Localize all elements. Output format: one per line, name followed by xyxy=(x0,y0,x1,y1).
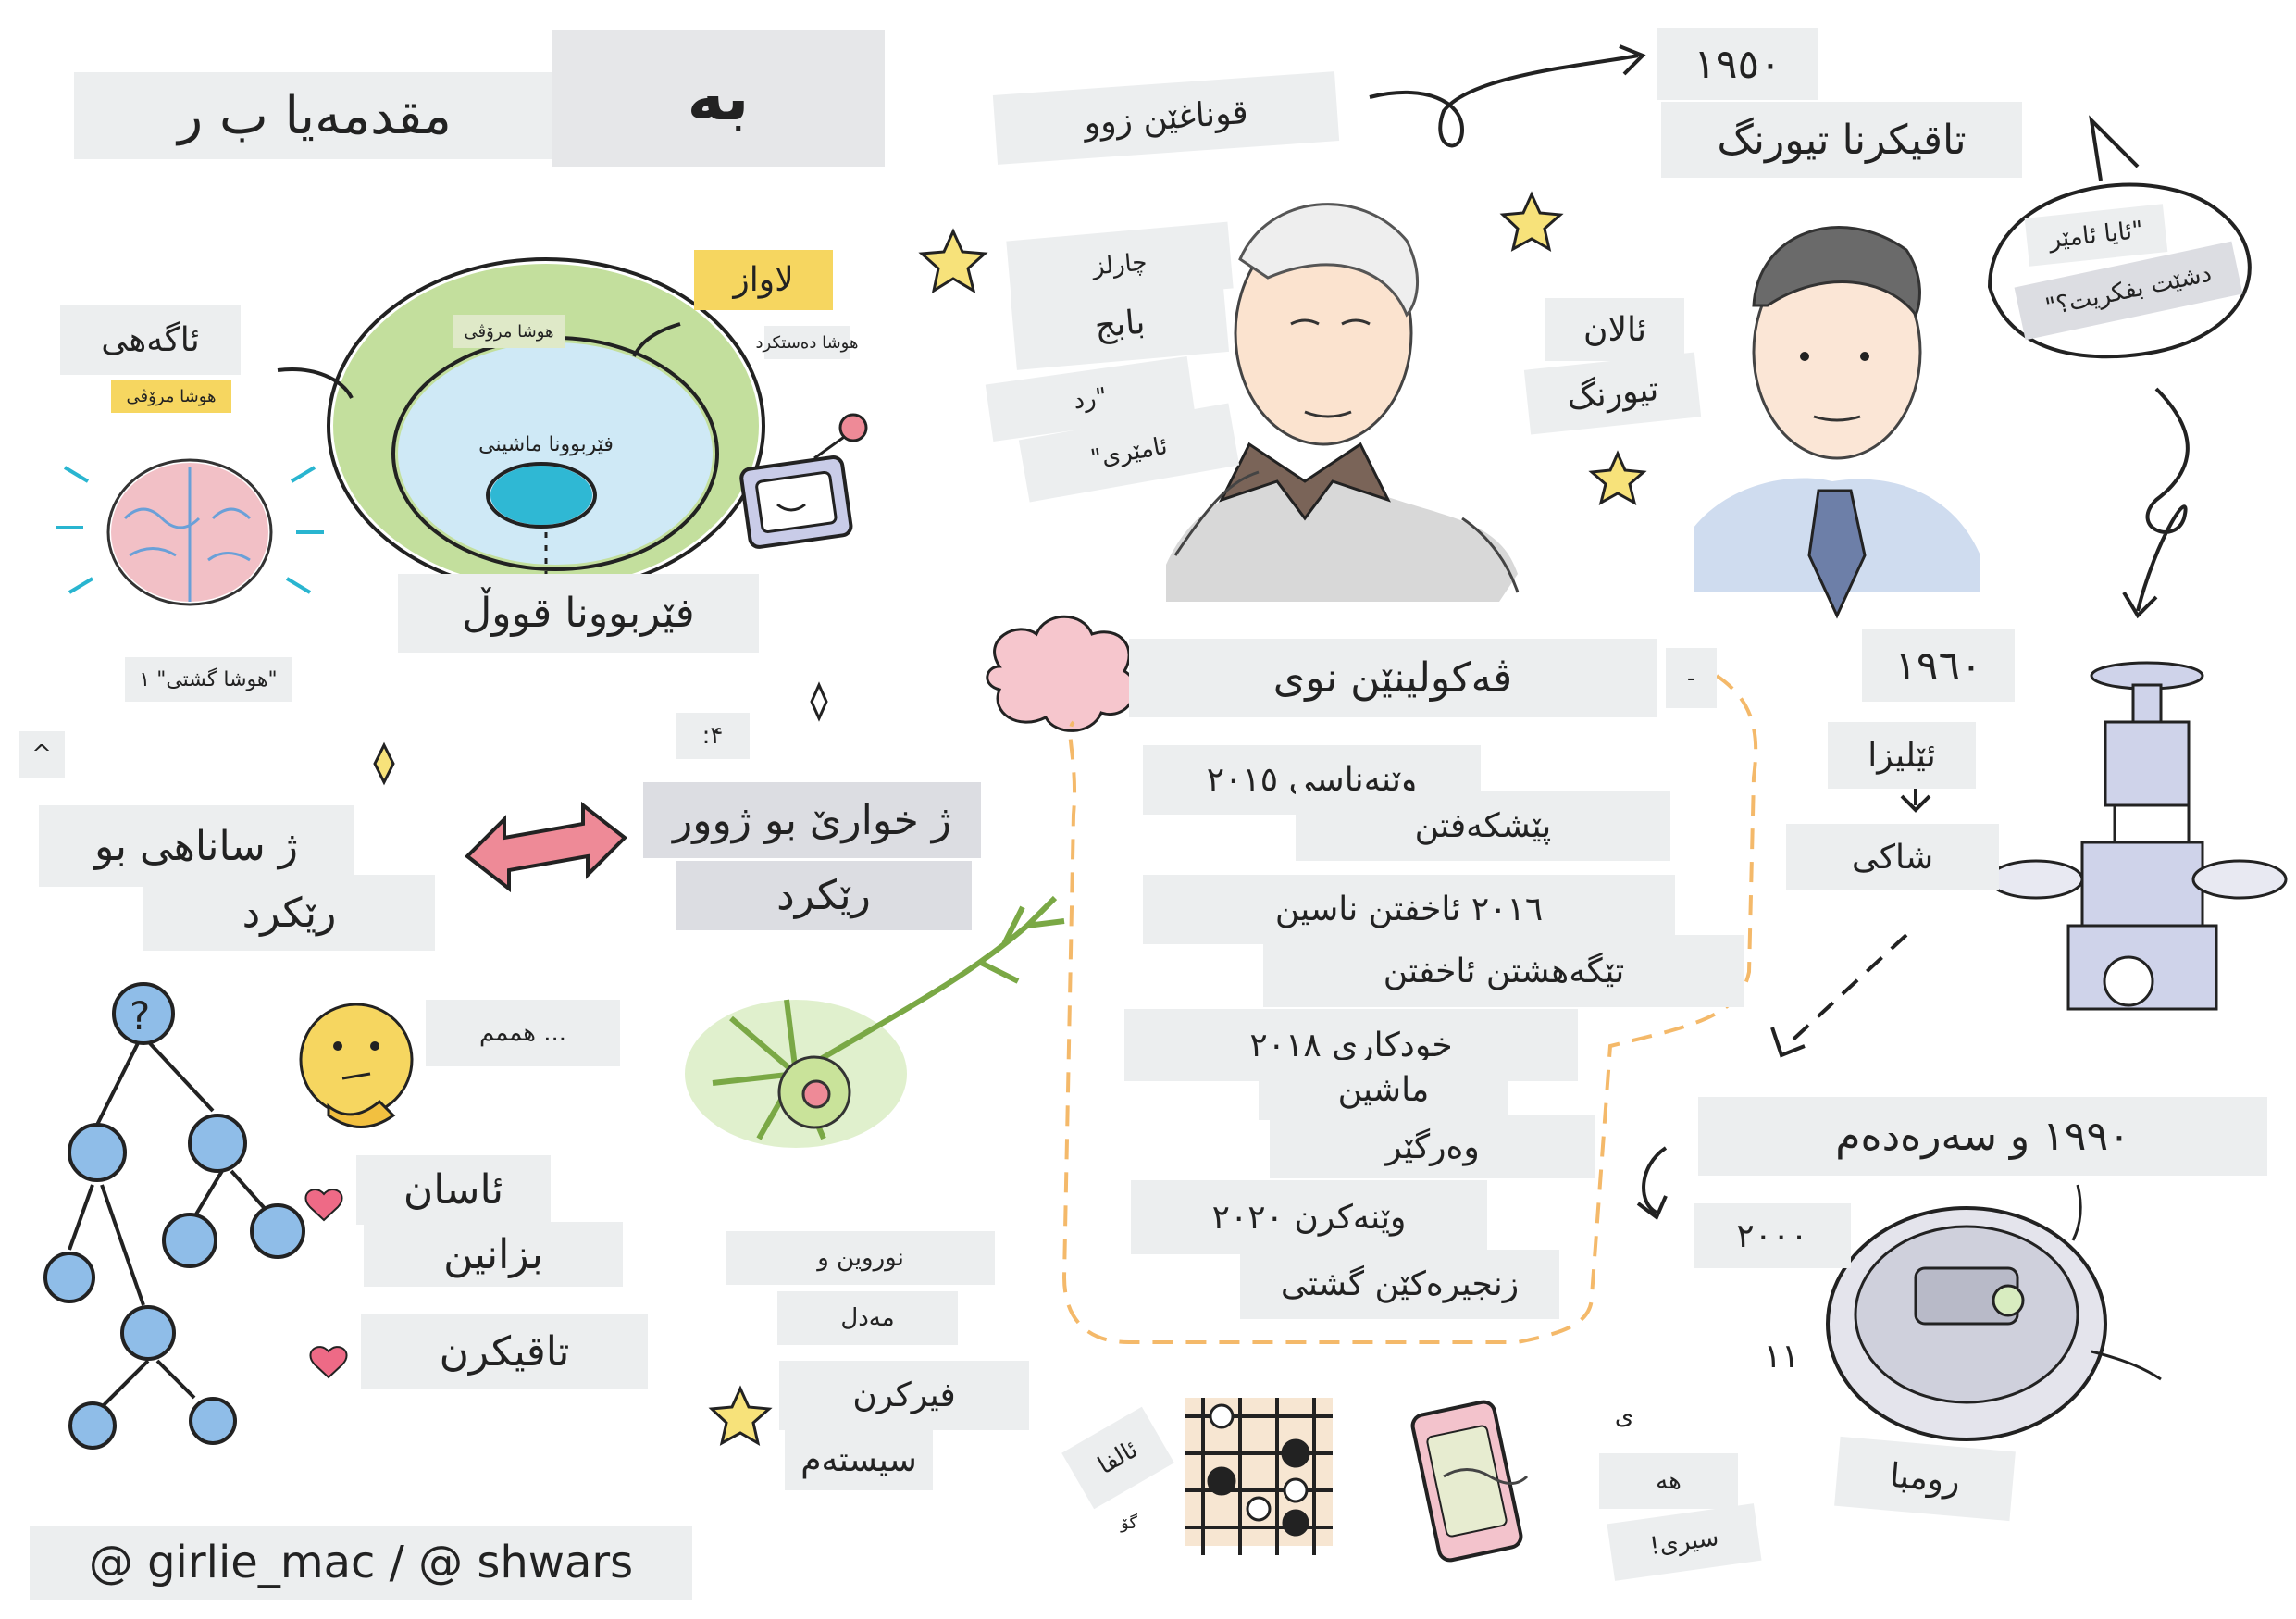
venn-outer-tag: هوشا مرۆڤی xyxy=(111,380,231,413)
turing-test-label: تاقیکرنا تیورنگ xyxy=(1661,102,2022,178)
venn-inner-circle-text: فێربوونا ماشینی xyxy=(478,432,614,456)
left-marker: ^ xyxy=(19,731,65,778)
venn-inner-label: فێربوونا قووڵ xyxy=(398,574,759,653)
research-dash: - xyxy=(1666,648,1717,708)
phone-icon xyxy=(1410,1400,1529,1563)
shakey-label: شاکی xyxy=(1786,824,1999,890)
author-credit[interactable]: @ girlie_mac / @ shwars xyxy=(30,1526,692,1600)
title-bold: بە xyxy=(552,30,885,167)
double-arrow-icon xyxy=(464,801,628,893)
turing-portrait xyxy=(1694,226,1980,619)
phone-line-2: ھە xyxy=(1599,1453,1738,1509)
list-left-item-2: بزانین xyxy=(364,1222,623,1287)
venn-outer-label: ئاگەهی xyxy=(60,305,241,375)
thinking-hmm: ... هممم xyxy=(426,1000,620,1066)
roomba-icon xyxy=(1826,1184,2162,1441)
cloud-icon xyxy=(986,615,1136,732)
svg-text:?: ? xyxy=(130,993,150,1039)
research-title: ڤەکولینێن نوی xyxy=(1129,639,1657,717)
research-item-1-line-2: پێشکەفتن xyxy=(1296,791,1670,861)
approach-left-line2: رێکرد xyxy=(143,875,435,951)
venn-inner-tag: "هوشا گشتی" ۱ xyxy=(125,657,292,702)
thinking-face-icon xyxy=(299,1003,414,1128)
year-2000: ٢٠٠٠ xyxy=(1694,1203,1851,1268)
brain-icon xyxy=(56,458,324,606)
approach-counter: ۴: xyxy=(676,713,750,759)
alan-turing-line-1: ئالان xyxy=(1545,298,1684,361)
eliza-label: ئێلیزا xyxy=(1828,722,1976,789)
counter-11: ١١ xyxy=(1763,1337,1800,1376)
phone-line-1: ی xyxy=(1614,1402,1634,1430)
go-board-icon xyxy=(1185,1398,1333,1555)
shakey-robot-icon xyxy=(1988,661,2288,1011)
venn-middle-tag: هوشا دەستکرد xyxy=(756,326,858,359)
approach-right-line1: ژ خوارێ بو ژوور xyxy=(643,782,981,858)
year-1990: ١٩٩٠ و سەرەدەم xyxy=(1698,1097,2267,1176)
research-item-3-line-3: وەرگێر xyxy=(1270,1115,1595,1178)
venn-outer-caption: هوشا مرۆڤی xyxy=(453,315,565,348)
year-1960: ١٩٦٠ xyxy=(1862,629,2015,702)
list-right-item-1: نوروین و xyxy=(726,1231,995,1285)
research-item-3-line-2: ماشین xyxy=(1259,1060,1508,1120)
research-item-2-line-2: تێگەهشتن ئاخفتن xyxy=(1263,935,1744,1007)
title-main: مقدمەیا ب ر xyxy=(74,72,555,159)
list-left-item-1: ئاسان xyxy=(356,1155,551,1225)
research-item-2-line-1: ٢٠١٦ ئاخفتن ناسین xyxy=(1143,875,1675,944)
research-item-4-line-1: وێنەکرن ٢٠٢٠ xyxy=(1131,1180,1487,1254)
venn-middle-label: لاواز xyxy=(694,250,833,310)
list-right-item-3: فیرکرن xyxy=(779,1361,1029,1430)
list-left-item-3: تاقیکرن xyxy=(361,1314,648,1389)
robot-head-icon xyxy=(739,413,868,549)
alphago-line-2: گۆ xyxy=(1121,1513,1137,1533)
neuron-icon xyxy=(685,895,1065,1148)
list-right-item-4: سیستەم xyxy=(785,1430,933,1490)
heart-icons xyxy=(304,1189,348,1379)
research-item-4-line-2: زنجیرەکێن گشتی xyxy=(1240,1250,1559,1319)
list-right-item-2: مەدل xyxy=(777,1291,958,1345)
decision-tree: ? xyxy=(43,982,305,1450)
year-1950: ١٩٥٠ xyxy=(1657,28,1818,100)
approach-right-line2: رێکرد xyxy=(676,861,972,930)
